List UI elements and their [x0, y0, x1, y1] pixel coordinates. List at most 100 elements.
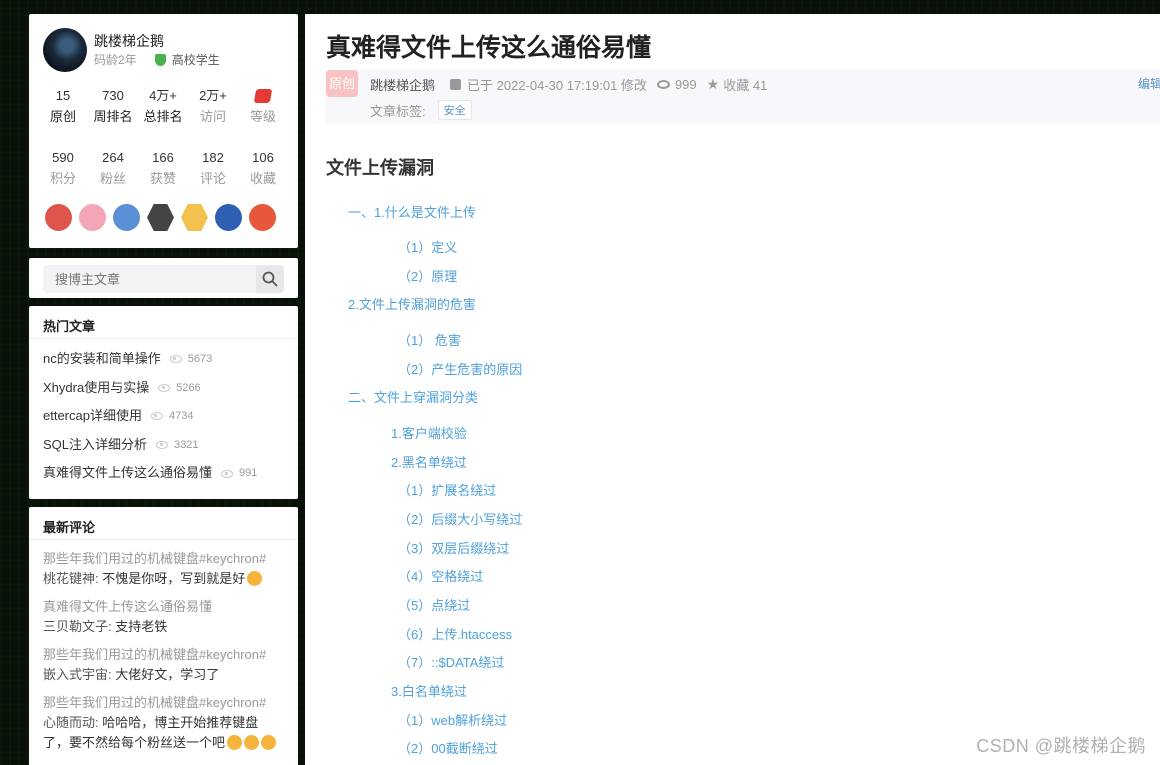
author-meta: 码龄2年 高校学生	[94, 51, 220, 68]
comment-source-link[interactable]: 那些年我们用过的机械键盘#keychron#	[43, 549, 284, 569]
hot-articles-title: 热门文章	[29, 306, 298, 339]
stat-total-rank[interactable]: 4万+ 总排名	[138, 86, 188, 128]
stat-label: 原创	[49, 109, 76, 124]
laptop-badge-icon[interactable]	[113, 204, 140, 231]
level-icon	[253, 89, 273, 103]
comment-source-link[interactable]: 那些年我们用过的机械键盘#keychron#	[43, 645, 284, 665]
badges	[45, 204, 276, 231]
stat-number: 2万+	[199, 88, 227, 103]
tag-security[interactable]: 安全	[437, 100, 472, 120]
gift-badge-icon[interactable]	[249, 204, 276, 231]
comment-body: 桃花键神: 不愧是你呀，写到就是好	[43, 569, 284, 589]
emoji-icon	[227, 735, 243, 750]
author-name[interactable]: 跳楼梯企鹅	[94, 31, 164, 51]
list-item[interactable]: nc的安装和简单操作 5673	[43, 345, 284, 374]
list-item[interactable]: Xhydra使用与实操 5266	[43, 374, 284, 403]
stat-week-rank[interactable]: 730 周排名	[88, 86, 138, 128]
shield-icon	[154, 53, 166, 66]
mascot-badge-icon[interactable]	[79, 204, 106, 231]
stat-level[interactable]: 等级	[238, 86, 288, 128]
avatar[interactable]	[43, 28, 87, 72]
toc-link[interactable]: （3）双层后缀绕过	[398, 538, 509, 557]
eye-icon	[656, 80, 670, 89]
stat-likes: 166 获赞	[138, 148, 188, 190]
latest-comments-title: 最新评论	[29, 507, 298, 540]
search-button[interactable]	[256, 265, 284, 293]
hot-article-link[interactable]: Xhydra使用与实操	[43, 374, 149, 403]
stat-label: 评论	[199, 171, 226, 186]
rocket-badge-icon[interactable]	[215, 204, 242, 231]
article-tags: 文章标签: 安全	[370, 100, 472, 120]
article-author[interactable]: 跳楼梯企鹅	[370, 75, 435, 94]
toc-link[interactable]: 3.白名单绕过	[391, 681, 467, 700]
clock-icon	[450, 79, 461, 90]
pen-badge-icon[interactable]	[181, 204, 208, 231]
search-card	[29, 258, 298, 298]
eye-icon	[150, 412, 163, 421]
sidebar: 跳楼梯企鹅 码龄2年 高校学生 15 原创 730 周排名 4万+ 总排名 2万…	[29, 14, 298, 765]
toc-link[interactable]: （4）空格绕过	[398, 566, 483, 585]
toc-link[interactable]: （5）点绕过	[398, 595, 470, 614]
comment-source-link[interactable]: 那些年我们用过的机械键盘#keychron#	[43, 693, 284, 713]
stat-number: 730	[102, 88, 124, 103]
toc-link[interactable]: （2）产生危害的原因	[398, 359, 522, 378]
hot-article-link[interactable]: 真难得文件上传这么通俗易懂	[43, 459, 212, 488]
toc-link[interactable]: 1.客户端校验	[391, 423, 467, 442]
article-meta: 已于 2022-04-30 17:19:01 修改 999 ★ 收藏 41	[450, 75, 767, 94]
toc-link[interactable]: （1）定义	[398, 237, 457, 256]
toc-link[interactable]: （2）后缀大小写绕过	[398, 509, 522, 528]
comment-list: 那些年我们用过的机械键盘#keychron# 桃花键神: 不愧是你呀，写到就是好…	[29, 540, 298, 753]
view-count: 991	[239, 467, 258, 480]
comment-body: 心随而动: 哈哈哈，博主开始推荐键盘了，要不然给每个粉丝送一个吧	[43, 713, 284, 753]
toc-link[interactable]: （2）00截断绕过	[398, 738, 498, 757]
toc-link[interactable]: 一、1.什么是文件上传	[348, 202, 476, 221]
stat-fans[interactable]: 264 粉丝	[88, 148, 138, 190]
view-count: 4734	[168, 410, 194, 423]
stat-label: 总排名	[143, 109, 183, 124]
eye-icon	[221, 469, 234, 478]
stat-number: 4万+	[149, 88, 177, 103]
profile-card: 跳楼梯企鹅 码龄2年 高校学生 15 原创 730 周排名 4万+ 总排名 2万…	[29, 14, 298, 248]
list-item[interactable]: 真难得文件上传这么通俗易懂 991	[43, 459, 284, 488]
toc-link[interactable]: 2.黑名单绕过	[391, 452, 467, 471]
stat-number: 182	[202, 150, 224, 165]
toc-link[interactable]: （2）原理	[398, 266, 457, 285]
hot-article-link[interactable]: nc的安装和简单操作	[43, 345, 161, 374]
toc-link[interactable]: 2.文件上传漏洞的危害	[348, 294, 476, 313]
comment-user[interactable]: 桃花键神:	[43, 571, 99, 586]
toc-link[interactable]: （6）上传.htaccess	[398, 624, 512, 643]
hot-article-link[interactable]: ettercap详细使用	[43, 402, 142, 431]
view-stat: 999	[656, 77, 697, 92]
stat-label: 等级	[249, 109, 276, 124]
comment-user[interactable]: 嵌入式宇宙:	[43, 667, 112, 682]
view-count: 5266	[176, 381, 201, 394]
eye-icon	[156, 441, 169, 450]
modified-time: 已于 2022-04-30 17:19:01 修改	[467, 78, 647, 93]
stats-row-2: 590 积分 264 粉丝 166 获赞 182 评论 106 收藏	[29, 148, 298, 190]
school-status: 高校学生	[171, 53, 220, 67]
toc-link[interactable]: （1）扩展名绕过	[398, 480, 496, 499]
toc-link[interactable]: （7）::$DATA绕过	[398, 652, 504, 671]
list-item[interactable]: SQL注入详细分析 3321	[43, 431, 284, 460]
edit-link[interactable]: 编辑	[1138, 75, 1160, 92]
favorite-button[interactable]: ★ 收藏 41	[707, 75, 768, 94]
toc-link[interactable]: （1） 危害	[398, 330, 461, 349]
hex-badge-icon[interactable]	[147, 204, 174, 231]
search-input[interactable]	[43, 265, 256, 293]
comment-user[interactable]: 心随而动:	[43, 715, 99, 730]
toc-link[interactable]: （1）web解析绕过	[398, 710, 507, 729]
hot-articles-card: 热门文章 nc的安装和简单操作 5673 Xhydra使用与实操 5266 et…	[29, 306, 298, 499]
toc-link[interactable]: 二、文件上穿漏洞分类	[348, 387, 478, 406]
comment-text: 不愧是你呀，写到就是好	[98, 571, 246, 586]
hot-article-link[interactable]: SQL注入详细分析	[43, 431, 147, 460]
stat-label: 周排名	[93, 109, 133, 124]
list-item[interactable]: ettercap详细使用 4734	[43, 402, 284, 431]
stat-original[interactable]: 15 原创	[38, 86, 88, 128]
monkey-badge-icon[interactable]	[45, 204, 72, 231]
emoji-icon	[244, 735, 260, 750]
view-count: 5673	[187, 353, 213, 365]
comment-user[interactable]: 三贝勒文子:	[43, 619, 112, 634]
comment-source-link[interactable]: 真难得文件上传这么通俗易懂	[43, 597, 284, 617]
search-icon	[262, 271, 278, 287]
comment-body: 三贝勒文子: 支持老铁	[43, 617, 284, 637]
